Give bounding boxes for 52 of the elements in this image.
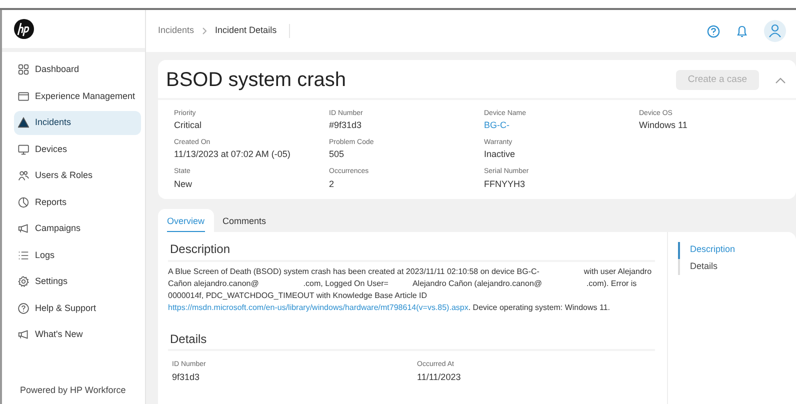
field-value: Windows 11 [639, 120, 688, 132]
sidebar-item[interactable]: What's New [14, 323, 141, 346]
breadcrumb-current: Incident Details [215, 24, 290, 38]
pie-chart-icon [18, 196, 29, 208]
list-icon [18, 250, 29, 261]
section-nav-link[interactable]: Description [678, 242, 736, 259]
field-value: 11/13/2023 at 07:02 AM (-05) [174, 149, 292, 162]
field-value: Critical [174, 120, 203, 132]
tab[interactable]: Comments [214, 209, 276, 232]
field-value: Inactive [484, 149, 516, 162]
monitor-icon [18, 144, 29, 155]
users-icon [18, 170, 29, 182]
user-avatar-icon[interactable] [764, 20, 786, 42]
logo-icon [14, 19, 34, 39]
sidebar-item[interactable]: Settings [14, 270, 141, 294]
sidebar-item[interactable]: Dashboard [14, 58, 141, 82]
help-icon [18, 302, 29, 314]
field-value: #9f31d3 [329, 120, 363, 132]
field-value: FFNYYH3 [484, 178, 526, 190]
sidebar-item[interactable]: Reports [14, 190, 141, 214]
field-value: 505 [329, 149, 346, 162]
tab[interactable]: Overview [158, 209, 214, 232]
megaphone-icon [18, 223, 29, 234]
grid-icon [18, 64, 29, 76]
section-heading: Details [168, 330, 655, 352]
description-text: A Blue Screen of Death (BSOD) system crash has been created at 2023/11/11 02:10:58 on device BG-C- with user Alejandro Cañon alejandro.canon@ .com, Logged On User= Alejandro Cañon (alejandro.canon@ .com). Error is 0000014f, PDC_WATCHDOG_TIMEOUT with Knowledge Base Article ID https://msdn.microsoft.com/en-us/library/windows/hardware/mt798614(v=vs.85).aspx. Device operating system: Windows 11. [168, 266, 653, 314]
device-link[interactable]: BG-C- [484, 120, 639, 132]
chevron-icon [202, 27, 208, 35]
kb-article-link[interactable]: https://msdn.microsoft.com/en-us/library/windows/hardware/mt798614(v=vs.85).aspx [168, 302, 468, 312]
megaphone-icon [18, 329, 29, 340]
help-icon[interactable] [707, 24, 720, 38]
sidebar-item[interactable]: Devices [14, 138, 141, 161]
sidebar-item[interactable]: Logs [14, 244, 141, 267]
sidebar-item[interactable]: Users & Roles [14, 164, 141, 188]
field-value: 9f31d3 [172, 372, 201, 384]
field-value: 2 [329, 178, 336, 190]
sidebar-item[interactable]: Campaigns [14, 217, 141, 240]
collapse-icon[interactable] [775, 76, 786, 84]
warning-icon [18, 117, 29, 128]
breadcrumb-link[interactable]: Incidents [158, 24, 194, 38]
sidebar-item[interactable]: Incidents [14, 111, 141, 134]
settings-icon [18, 276, 29, 288]
sidebar-item[interactable]: Help & Support [14, 296, 141, 320]
bell-icon[interactable] [736, 24, 748, 38]
window-icon [18, 90, 29, 102]
field-value: New [174, 178, 194, 190]
section-nav-link[interactable]: Details [678, 258, 718, 276]
footer-text: Powered by HP Workforce [19, 384, 127, 397]
sidebar-item[interactable]: Experience Management [14, 84, 141, 108]
incident-title: BSOD system crash [166, 68, 346, 93]
field-value: 11/11/2023 [417, 372, 462, 384]
section-heading: Description [168, 240, 655, 262]
